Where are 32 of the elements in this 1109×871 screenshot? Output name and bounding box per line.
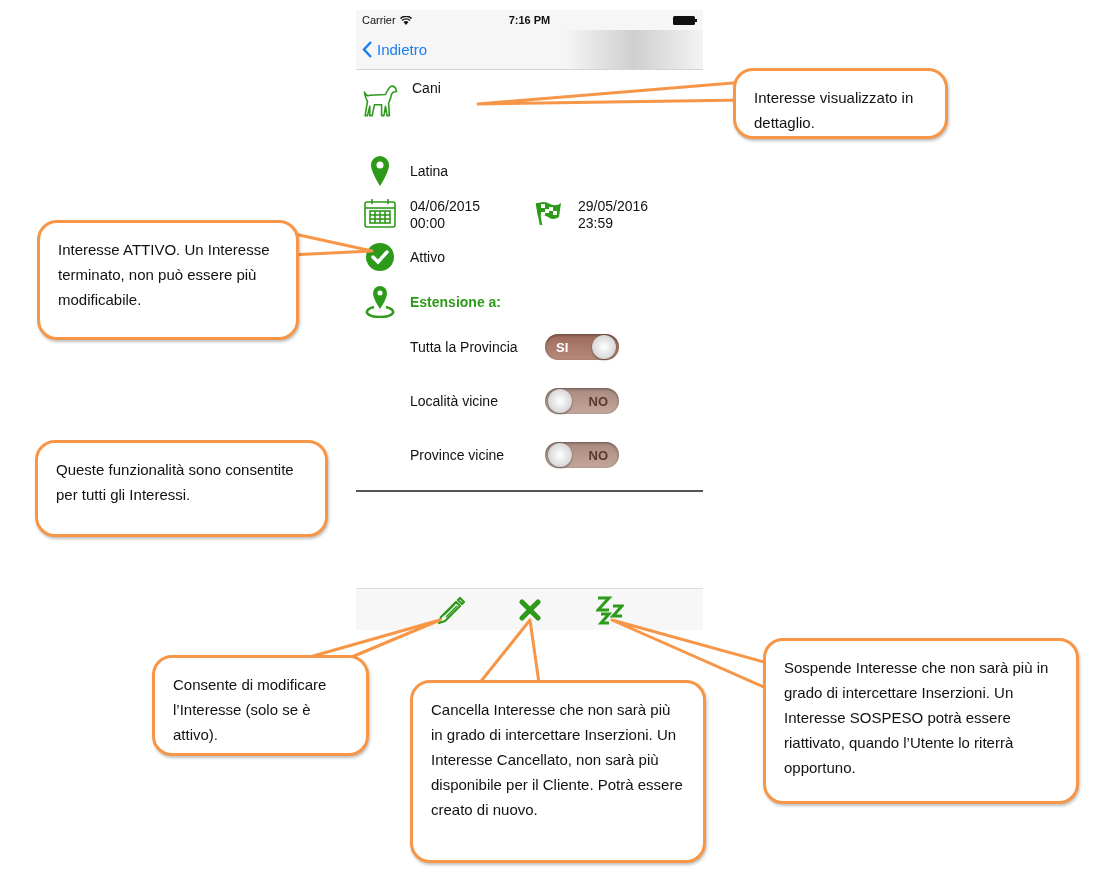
pencil-icon <box>435 594 465 625</box>
chevron-left-icon <box>362 40 373 59</box>
toggle-switch[interactable]: SI <box>545 334 619 360</box>
sleep-icon <box>596 594 624 625</box>
close-icon <box>519 598 541 621</box>
start-date: 04/06/2015 <box>410 198 481 215</box>
toggle-switch[interactable]: NO <box>545 388 619 414</box>
status-time: 7:16 PM <box>508 14 551 26</box>
end-date: 29/05/2016 <box>578 198 649 215</box>
location-pin-icon <box>371 156 389 186</box>
option-label: Località vicine <box>410 393 499 409</box>
callout-text: Interesse ATTIVO. Un Interesse terminato, non può essere più modificabile. <box>58 240 271 310</box>
wifi-icon <box>399 15 412 25</box>
calendar-icon <box>364 198 396 228</box>
option-label: Province vicine <box>410 447 506 463</box>
battery-icon <box>673 15 697 25</box>
carrier-label: Carrier <box>362 14 396 26</box>
callout-text: Queste funzionalità sono consentite per tutti gli Interessi. <box>56 460 295 505</box>
extension-heading: Estensione a: <box>410 293 502 311</box>
end-time: 23:59 <box>578 215 615 232</box>
location-area-icon <box>365 286 395 318</box>
toggle-switch[interactable]: NO <box>545 442 619 468</box>
interest-name: Cani <box>412 80 441 97</box>
place-name: Latina <box>410 162 449 180</box>
back-button[interactable]: Indietro <box>362 40 428 59</box>
callout-text: Cancella Interesse che non sarà più in grado di intercettare Inserzioni. Un Interesse Cancellato, non sarà più disponibile per il Cliente. Potrà essere creato di nuovo. <box>431 700 684 820</box>
callout-text: Interesse visualizzato in dettaglio. <box>754 88 915 133</box>
callout-text: Consente di modificare l’Interesse (solo se è attivo). <box>173 675 328 745</box>
callout-text: Sospende Interesse che non sarà più in grado di intercettare Inserzioni. Un Interesse SOSPESO potrà essere riattivato, quando l’Utente lo riterrà opportuno. <box>784 658 1050 778</box>
option-label: Tutta la Provincia <box>410 339 519 355</box>
start-time: 00:00 <box>410 215 447 232</box>
status-label: Attivo <box>410 248 445 266</box>
